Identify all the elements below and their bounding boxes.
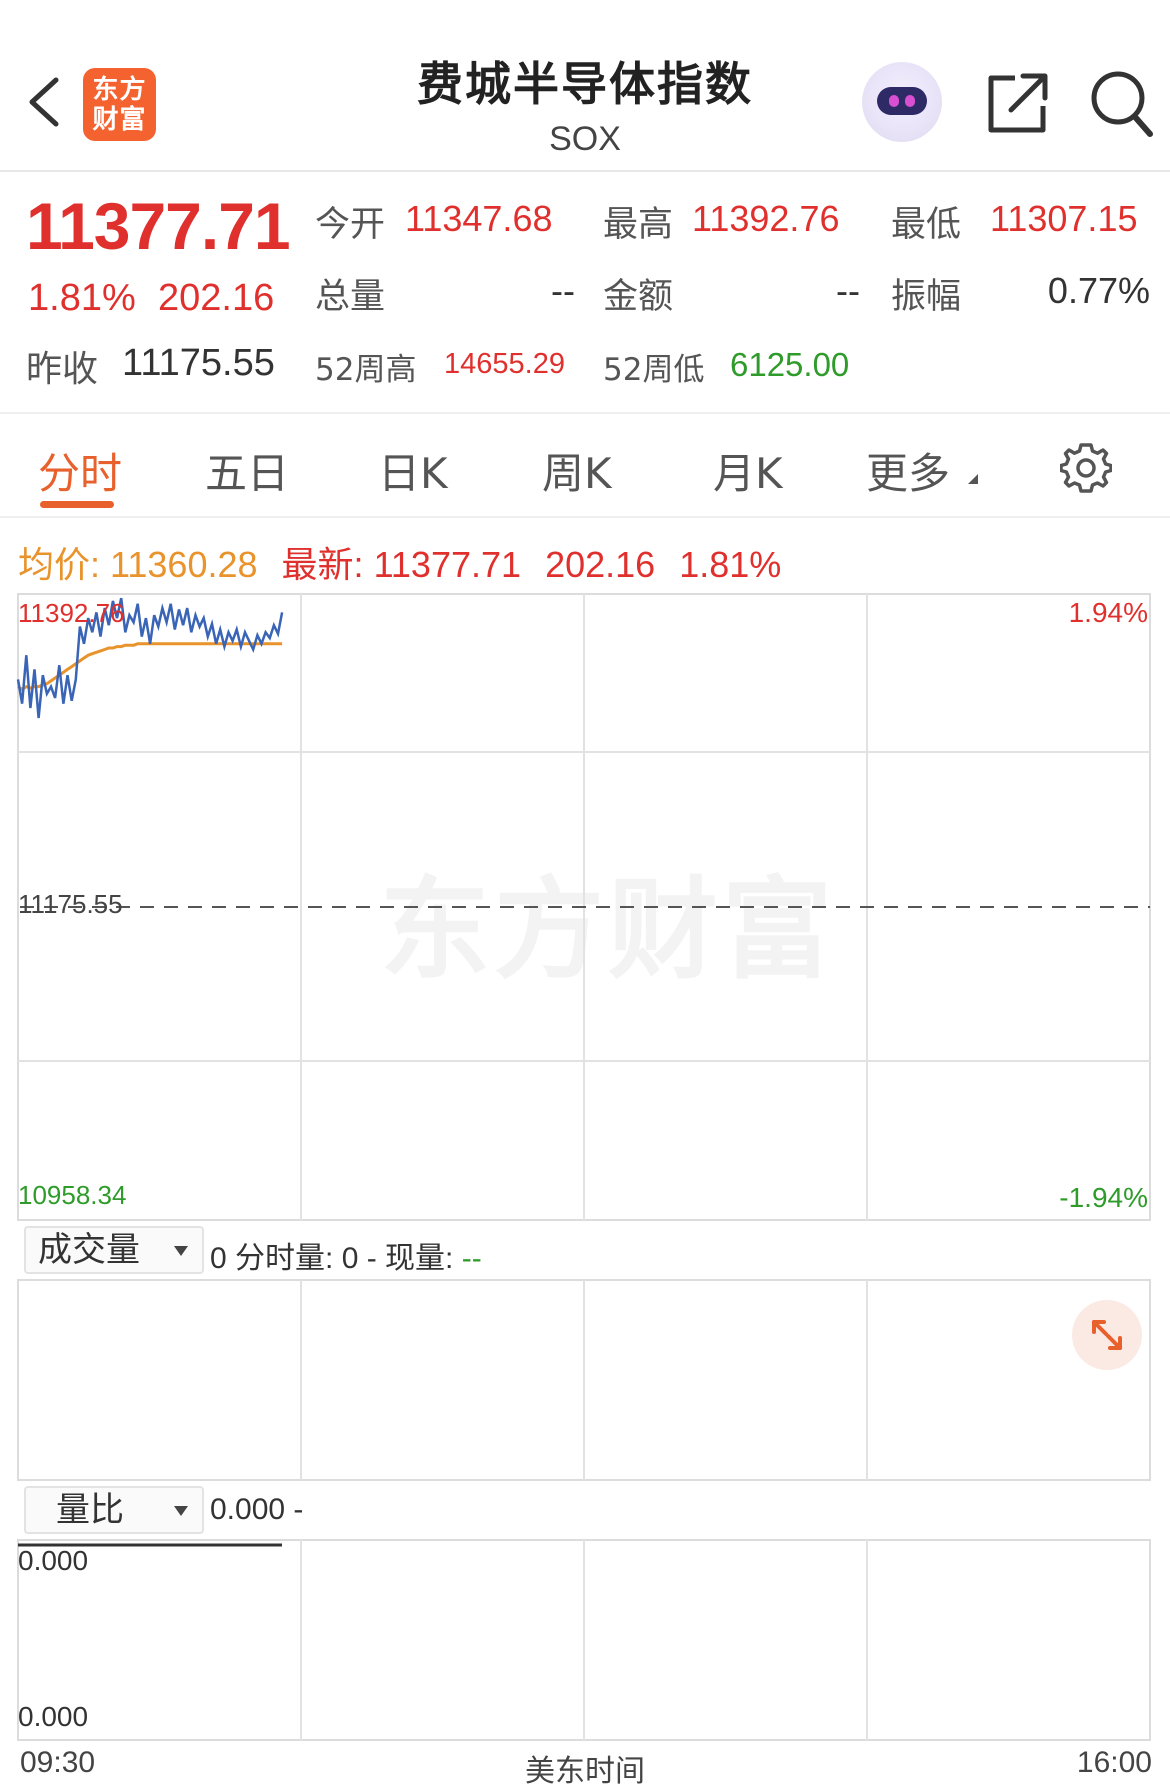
chevron-down-icon [174, 1246, 188, 1256]
ratio-info: 0.000 - [210, 1493, 304, 1526]
volume-info: 0 分时量: 0 - 现量: -- [210, 1233, 482, 1277]
ratio-indicator-select[interactable]: 量比 [24, 1486, 204, 1534]
y-max-label: 11392.76 [18, 598, 125, 628]
time-axis-end: 16:00 [1076, 1746, 1152, 1779]
chevron-down-icon [174, 1506, 188, 1516]
volume-select-label: 成交量 [38, 1230, 140, 1270]
volume-info-text: 0 分时量: 0 - 现量: [210, 1242, 462, 1275]
volume-indicator-select[interactable]: 成交量 [24, 1226, 204, 1274]
ratio-y-top-label: 0.000 [18, 1545, 88, 1576]
chart-grid [17, 593, 1151, 1741]
pct-max-label: 1.94% [1069, 597, 1148, 628]
ratio-y-bottom-label: 0.000 [18, 1701, 88, 1732]
ratio-select-label: 量比 [56, 1490, 124, 1530]
expand-chart-button[interactable] [1072, 1300, 1142, 1370]
expand-icon [1092, 1320, 1122, 1350]
pct-min-label: -1.94% [1059, 1182, 1148, 1213]
volume-current-value: -- [461, 1242, 482, 1275]
y-min-label: 10958.34 [18, 1180, 126, 1210]
time-axis-timezone: 美东时间 [525, 1754, 645, 1786]
y-prev-close-label: 11175.55 [18, 889, 123, 919]
